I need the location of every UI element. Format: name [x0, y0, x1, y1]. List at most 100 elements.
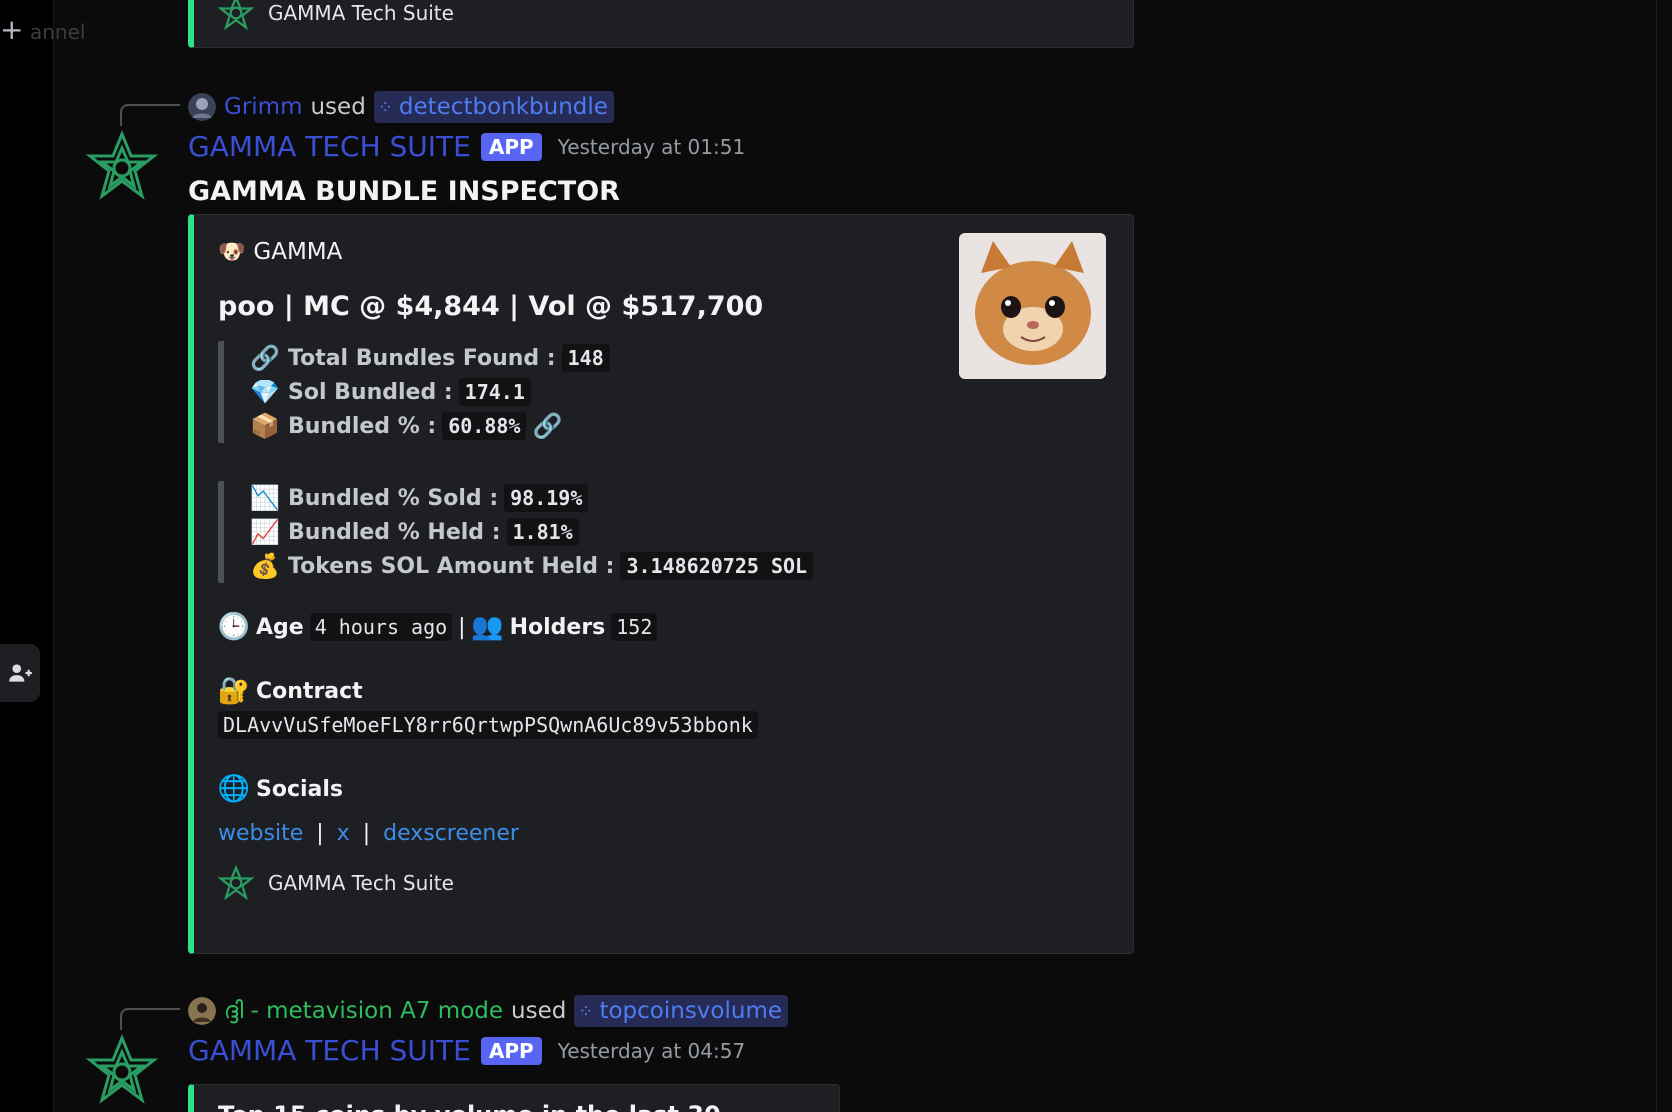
socials-label: Socials	[256, 776, 344, 802]
used-label: used	[310, 94, 366, 120]
link-icon: 🔗	[250, 344, 280, 372]
social-links: website | x | dexscreener	[218, 821, 519, 846]
cat-image	[959, 233, 1106, 379]
divider: |	[458, 614, 466, 640]
stat-value: 1.81%	[506, 518, 579, 546]
divider: |	[316, 821, 324, 846]
gem-icon: 💎	[250, 378, 280, 406]
embed-thumbnail-cat[interactable]	[959, 233, 1106, 379]
stat-label: Tokens SOL Amount Held :	[288, 553, 615, 579]
holders-icon: 👥	[471, 612, 504, 642]
divider: |	[362, 821, 371, 846]
add-channel-label: annel	[30, 20, 86, 44]
contract-address[interactable]: DLAvvVuSfeMoeFLY8rr6QrtwpPSQwnA6Uc89v53b…	[218, 711, 758, 739]
package-icon: 📦	[250, 412, 280, 440]
stat-value: 174.1	[458, 378, 531, 406]
user-avatar[interactable]	[188, 93, 216, 121]
clock-icon: 🕒	[217, 612, 251, 642]
stat-value: 98.19%	[504, 484, 589, 512]
embed-footer: GAMMA Tech Suite	[218, 865, 454, 901]
embed-footer-text: GAMMA Tech Suite	[268, 871, 454, 895]
stat-value: 60.88%	[442, 412, 527, 440]
link-icon: 🔗	[532, 412, 563, 440]
message-timestamp[interactable]: Yesterday at 01:51	[558, 135, 746, 159]
stat-bundled-percent: 📦 Bundled % : 60.88% 🔗	[250, 409, 610, 443]
slash-command-icon: ⁘	[377, 96, 393, 118]
previous-embed: GAMMA Tech Suite	[188, 0, 1134, 48]
bot-name[interactable]: GAMMA TECH SUITE	[188, 1034, 471, 1067]
channel-sidebar-edge	[0, 0, 54, 1112]
scrollbar-track[interactable]	[1656, 0, 1672, 1112]
embed-author: 🐶 GAMMA	[218, 239, 342, 265]
age-holders-row: 🕒 Age 4 hours ago | 👥 Holders 152	[217, 611, 658, 643]
reply-connector	[120, 104, 180, 126]
message-content: GAMMA BUNDLE INSPECTOR	[188, 176, 620, 207]
socials-label-row: 🌐 Socials	[218, 773, 343, 805]
stat-label: Total Bundles Found :	[288, 345, 556, 371]
gamma-logo-icon	[218, 0, 254, 31]
stat-value: 148	[561, 344, 610, 372]
contract-label: Contract	[256, 678, 363, 704]
stat-label: Bundled % :	[288, 413, 437, 439]
used-label: used	[511, 998, 567, 1024]
user-avatar[interactable]	[188, 997, 216, 1025]
chart-down-icon: 📉	[250, 484, 280, 512]
stat-sol-held: 💰 Tokens SOL Amount Held : 3.148620725 S…	[250, 549, 814, 583]
bot-avatar[interactable]	[84, 130, 160, 206]
stat-bundled-sold: 📉 Bundled % Sold : 98.19%	[250, 481, 813, 515]
holders-label: Holders	[509, 614, 606, 640]
stat-bundled-held: 📈 Bundled % Held : 1.81%	[250, 515, 813, 549]
app-badge: APP	[480, 132, 542, 161]
age-value: 4 hours ago	[309, 613, 453, 641]
plus-icon: +	[0, 13, 24, 46]
command-used-line: ദ്ദി - metavision A7 mode used ⁘ topcoin…	[188, 995, 789, 1027]
globe-icon: 🌐	[217, 774, 251, 804]
command-pill[interactable]: ⁘ topcoinsvolume	[574, 995, 789, 1027]
website-link[interactable]: website	[218, 821, 303, 846]
stat-label: Bundled % Held :	[288, 519, 501, 545]
command-used-line: Grimm used ⁘ detectbonkbundle	[188, 91, 614, 123]
stat-label: Sol Bundled :	[288, 379, 453, 405]
holders-value: 152	[611, 613, 658, 641]
embed-author-name: GAMMA	[253, 239, 343, 265]
money-bag-icon: 💰	[250, 552, 280, 580]
lock-key-icon: 🔐	[217, 676, 251, 706]
bundle-inspector-embed: 🐶 GAMMA poo | MC @ $4,844 | Vol @ $517,7…	[188, 214, 1134, 954]
message-timestamp[interactable]: Yesterday at 04:57	[558, 1039, 746, 1063]
contract-value-row: DLAvvVuSfeMoeFLY8rr6QrtwpPSQwnA6Uc89v53b…	[218, 711, 758, 739]
app-badge: APP	[480, 1036, 542, 1065]
discord-channel-view: + annel GAMMA Tech Suite Grimm used ⁘ de…	[0, 0, 1672, 1112]
stat-sol-bundled: 💎 Sol Bundled : 174.1	[250, 375, 610, 409]
bot-avatar[interactable]	[84, 1034, 160, 1110]
embed-title: poo | MC @ $4,844 | Vol @ $517,700	[218, 291, 764, 322]
chart-up-icon: 📈	[250, 518, 280, 546]
holding-stats-group: 📉 Bundled % Sold : 98.19% 📈 Bundled % He…	[218, 481, 814, 583]
bot-name[interactable]: GAMMA TECH SUITE	[188, 130, 471, 163]
command-user-name[interactable]: Grimm	[224, 94, 302, 120]
add-user-icon	[9, 664, 32, 682]
gamma-logo-icon	[218, 865, 254, 901]
embed-footer: GAMMA Tech Suite	[218, 0, 454, 31]
top-coins-embed: Top 15 coins by volume in the last 30	[188, 1084, 840, 1112]
age-label: Age	[256, 614, 304, 640]
invite-members-button[interactable]	[0, 644, 40, 702]
dexscreener-link[interactable]: dexscreener	[383, 821, 519, 846]
reply-connector	[120, 1008, 180, 1030]
command-user-name[interactable]: ദ്ദി - metavision A7 mode	[224, 998, 503, 1024]
message-header: GAMMA TECH SUITE APP Yesterday at 04:57	[188, 1034, 745, 1067]
command-name: topcoinsvolume	[599, 998, 783, 1024]
stat-label: Bundled % Sold :	[288, 485, 499, 511]
stat-value: 3.148620725 SOL	[620, 552, 814, 580]
embed-footer-text: GAMMA Tech Suite	[268, 1, 454, 25]
slash-command-icon: ⁘	[578, 1000, 594, 1022]
message-header: GAMMA TECH SUITE APP Yesterday at 01:51	[188, 130, 745, 163]
stat-total-bundles: 🔗 Total Bundles Found : 148	[250, 341, 610, 375]
command-pill[interactable]: ⁘ detectbonkbundle	[373, 91, 614, 123]
dog-icon: 🐶	[218, 239, 246, 265]
embed-title: Top 15 coins by volume in the last 30	[218, 1101, 721, 1112]
add-channel-button[interactable]: + annel	[0, 6, 100, 54]
command-name: detectbonkbundle	[398, 94, 608, 120]
x-link[interactable]: x	[337, 821, 350, 846]
bundle-stats-group: 🔗 Total Bundles Found : 148 💎 Sol Bundle…	[218, 341, 610, 443]
contract-label-row: 🔐 Contract	[218, 675, 363, 707]
